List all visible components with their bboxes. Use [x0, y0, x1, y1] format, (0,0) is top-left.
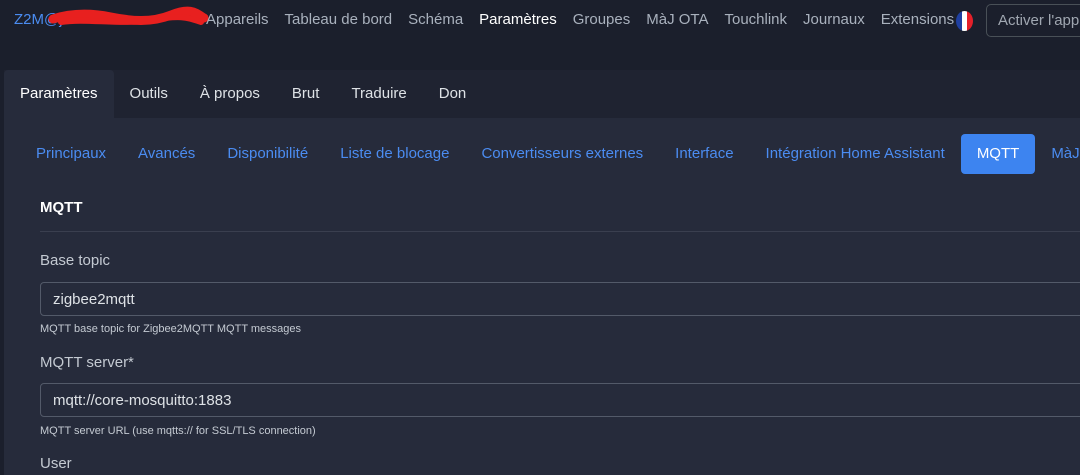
sub-tab-integration-home-assistant[interactable]: Intégration Home Assistant	[750, 134, 961, 174]
sub-tab-interface[interactable]: Interface	[659, 134, 749, 174]
nav-link-tableau-de-bord[interactable]: Tableau de bord	[285, 11, 393, 28]
tab-outils[interactable]: Outils	[114, 70, 184, 118]
nav-link-journaux[interactable]: Journaux	[803, 11, 865, 28]
mqtt-server-label: MQTT server*	[40, 354, 134, 371]
search-input[interactable]	[986, 4, 1080, 37]
nav-link-parametres[interactable]: Paramètres	[479, 11, 557, 28]
nav-link-appareils[interactable]: Appareils	[206, 11, 269, 28]
sub-tab-maj-ota[interactable]: MàJ OTA	[1035, 134, 1080, 174]
nav-link-groupes[interactable]: Groupes	[573, 11, 631, 28]
sub-tab-liste-de-blocage[interactable]: Liste de blocage	[324, 134, 465, 174]
nav-link-extensions[interactable]: Extensions	[881, 11, 954, 28]
tab-a-propos[interactable]: À propos	[184, 70, 276, 118]
sub-tab-principaux[interactable]: Principaux	[20, 134, 122, 174]
mqtt-server-input[interactable]	[40, 383, 1080, 417]
nav-link-maj-ota[interactable]: MàJ OTA	[646, 11, 708, 28]
main-nav: Appareils Tableau de bord Schéma Paramètres…	[206, 11, 970, 28]
section-divider	[40, 231, 1080, 232]
tab-brut[interactable]: Brut	[276, 70, 336, 118]
settings-card: Paramètres Outils À propos Brut Traduire Don …	[4, 70, 1080, 475]
section-title: MQTT	[40, 199, 83, 216]
base-topic-help: MQTT base topic for Zigbee2MQTT MQTT mes…	[40, 323, 302, 335]
nav-link-touchlink[interactable]: Touchlink	[724, 11, 787, 28]
base-topic-label: Base topic	[40, 252, 111, 269]
redaction-scribble	[48, 6, 209, 25]
base-topic-input[interactable]	[40, 282, 1080, 316]
sub-tab-mqtt[interactable]: MQTT	[960, 134, 1036, 174]
user-label: User	[40, 455, 72, 472]
tab-don[interactable]: Don	[423, 70, 483, 118]
france-flag-icon[interactable]	[956, 11, 973, 31]
settings-tabs: Paramètres Outils À propos Brut Traduire Don	[4, 70, 1080, 118]
nav-link-schema[interactable]: Schéma	[408, 11, 463, 28]
settings-sub-tabs: Principaux Avancés Disponibilité Liste de b…	[20, 134, 1080, 174]
sub-tab-avances[interactable]: Avancés	[122, 134, 211, 174]
sub-tab-convertisseurs-externes[interactable]: Convertisseurs externes	[465, 134, 659, 174]
sub-tab-disponibilite[interactable]: Disponibilité	[211, 134, 324, 174]
mqtt-server-help: MQTT server URL (use mqtts:// for SSL/TL…	[40, 425, 316, 437]
tab-parametres[interactable]: Paramètres	[4, 70, 114, 118]
top-navbar: Z2M@j Appareils Tableau de bord Schéma Para…	[0, 0, 1080, 42]
tab-traduire[interactable]: Traduire	[335, 70, 422, 118]
